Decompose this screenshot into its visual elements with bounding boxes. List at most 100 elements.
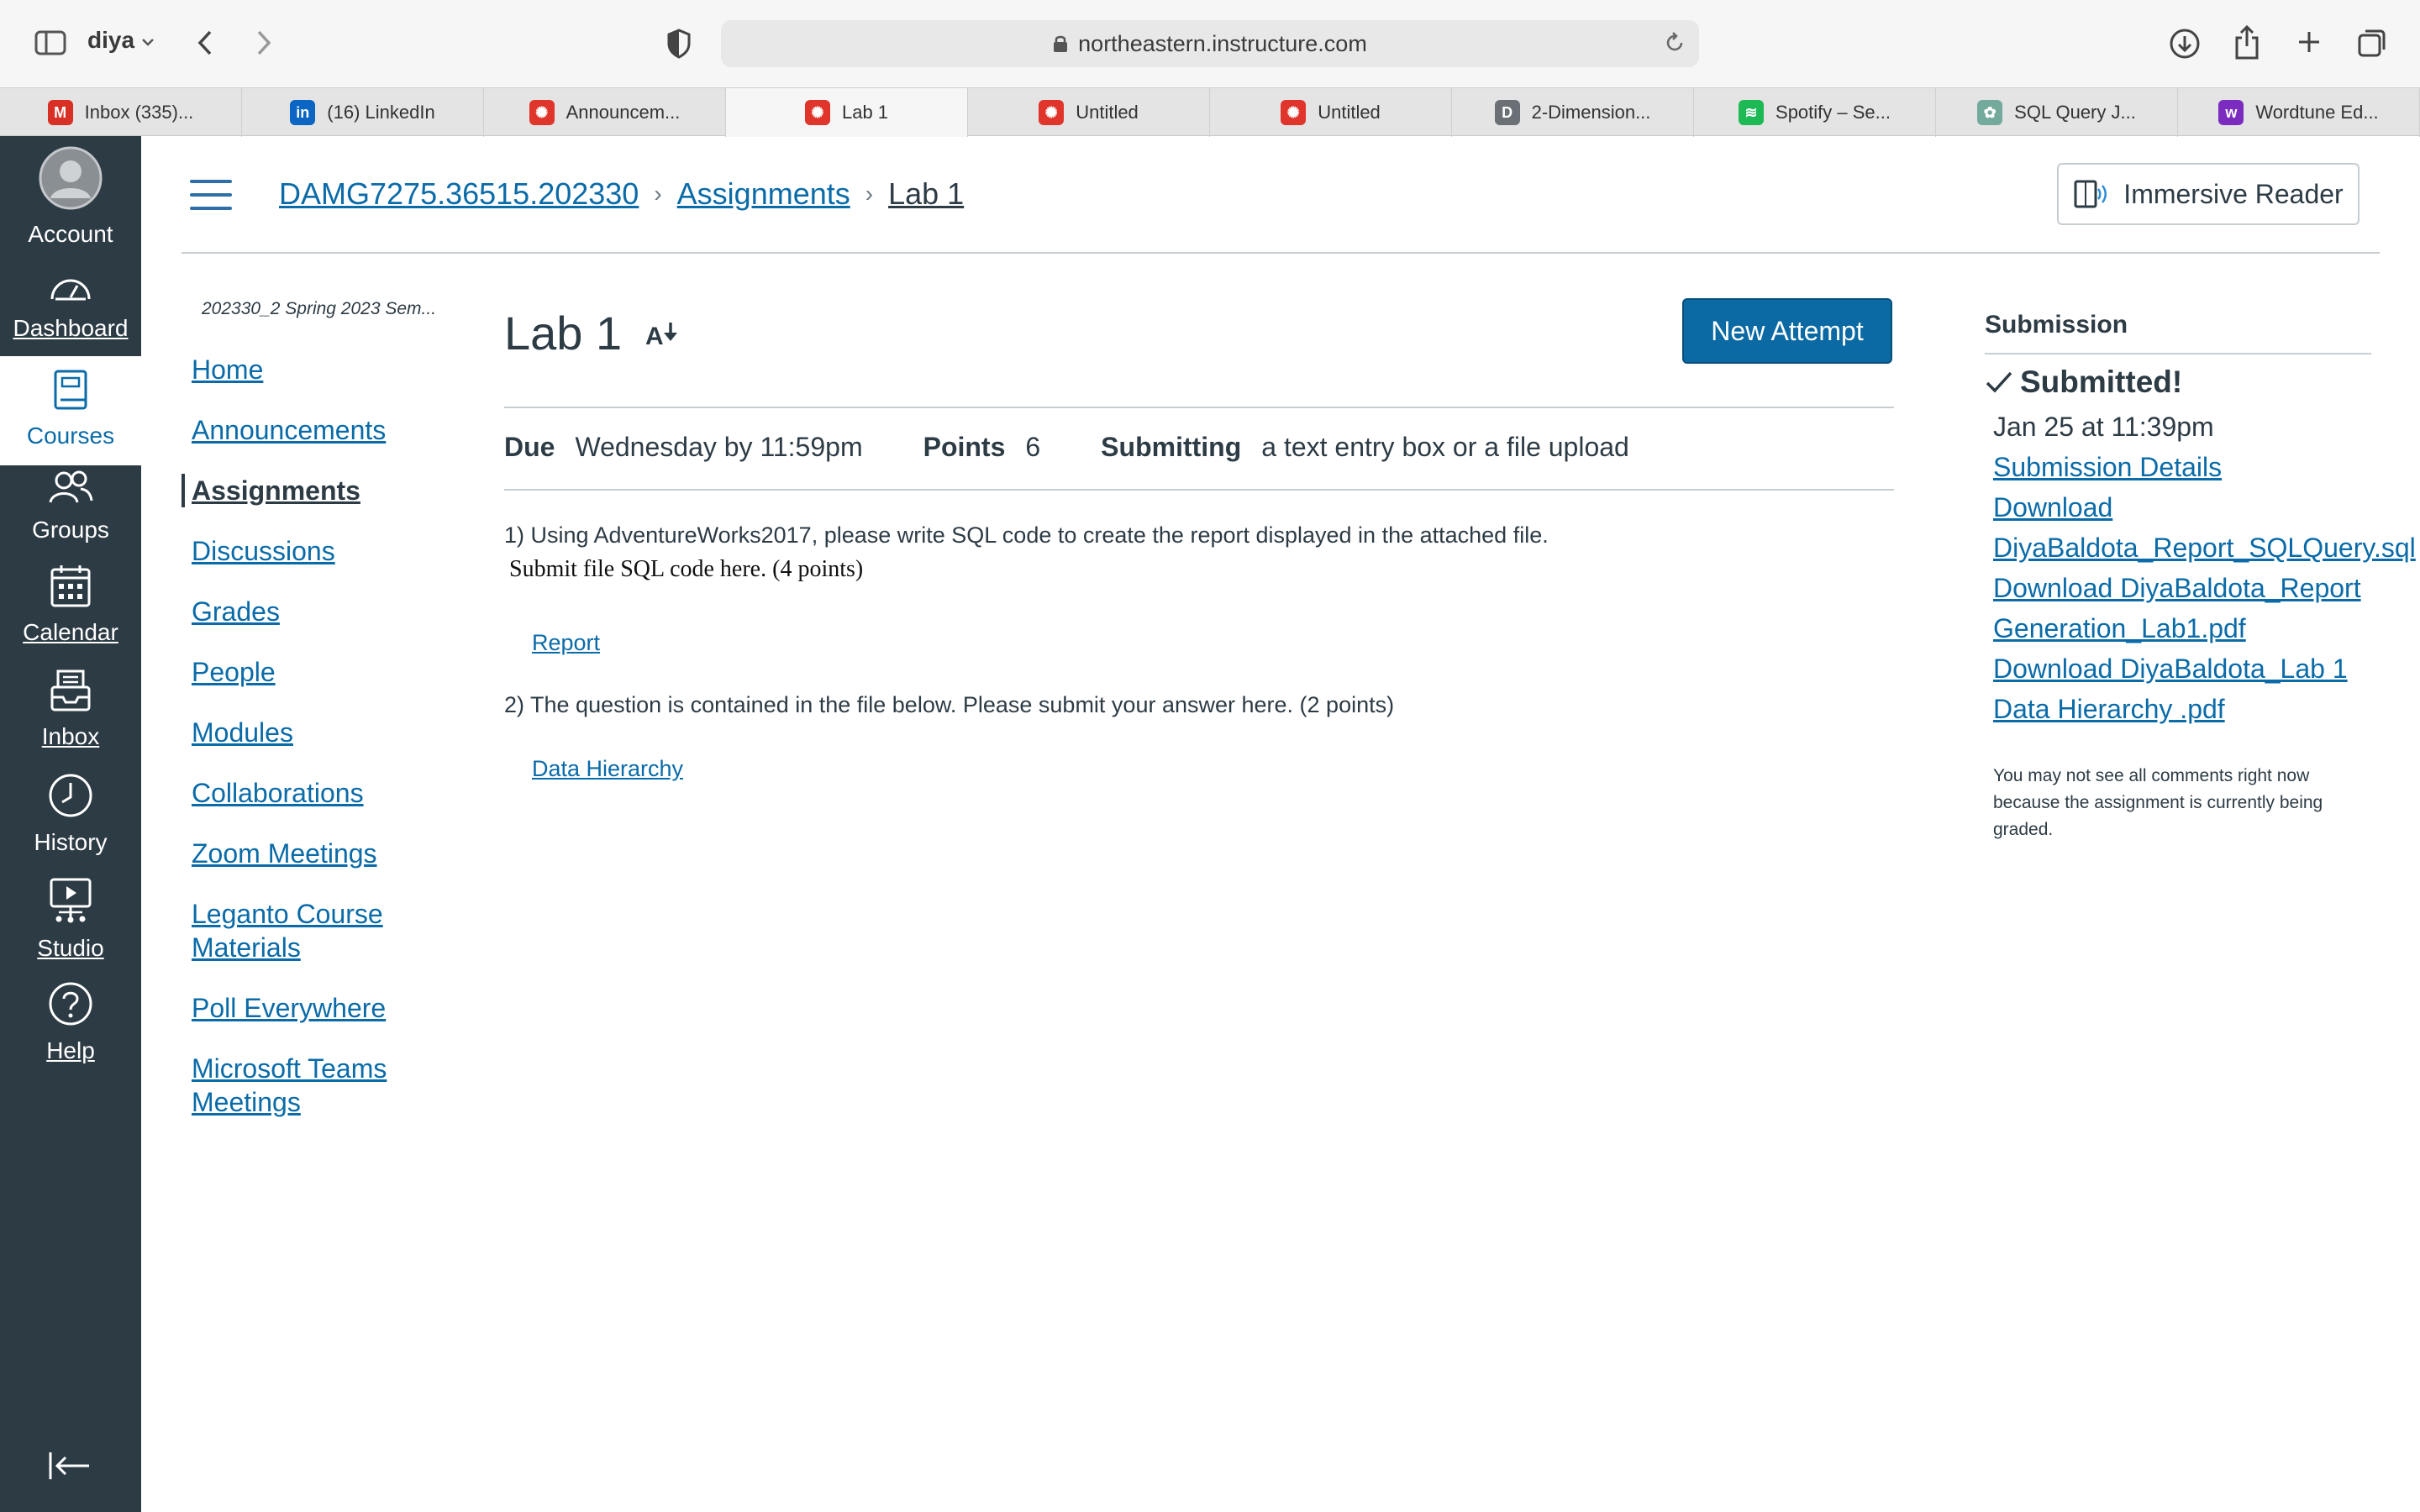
course-term: 202330_2 Spring 2023 Sem... bbox=[202, 299, 437, 318]
download-report-pdf-link-continued[interactable]: Generation_Lab1.pdf bbox=[1993, 613, 2246, 644]
nav-groups-label: Groups bbox=[32, 517, 109, 543]
submission-divider bbox=[1985, 353, 2371, 354]
nav-dashboard[interactable]: Dashboard bbox=[0, 270, 141, 342]
course-nav-collaborations[interactable]: Collaborations bbox=[182, 776, 425, 810]
course-nav-home[interactable]: Home bbox=[182, 353, 425, 386]
breadcrumb-separator-icon: › bbox=[654, 181, 662, 207]
address-bar[interactable]: northeastern.instructure.com bbox=[721, 20, 1699, 67]
nav-calendar-label: Calendar bbox=[23, 619, 118, 645]
nav-help-label: Help bbox=[46, 1037, 95, 1063]
profile-name[interactable]: diya bbox=[87, 27, 134, 54]
page-title: Lab 1 A bbox=[504, 306, 682, 360]
browser-tab-label: Spotify – Se... bbox=[1776, 102, 1891, 123]
details-divider bbox=[504, 489, 1894, 491]
course-nav-assignments[interactable]: Assignments bbox=[182, 474, 425, 507]
browser-toolbar: diya northeastern.instructure.com bbox=[0, 0, 2420, 87]
course-nav-announcements[interactable]: Announcements bbox=[182, 413, 425, 447]
nav-help[interactable]: Help bbox=[0, 981, 141, 1064]
submission-status-text: Submitted! bbox=[2020, 365, 2183, 399]
history-clock-icon bbox=[48, 773, 93, 824]
immersive-reader-text-icon[interactable]: A bbox=[645, 319, 682, 348]
data-hierarchy-file-link[interactable]: Data Hierarchy bbox=[532, 756, 683, 782]
collapse-nav-icon[interactable] bbox=[47, 1449, 92, 1487]
privacy-shield-icon[interactable] bbox=[664, 27, 694, 60]
canvas-icon: ✺ bbox=[1281, 100, 1307, 125]
submitting-value: a text entry box or a file upload bbox=[1261, 432, 1629, 462]
reload-icon[interactable] bbox=[1664, 32, 1686, 60]
question-1-text: 1) Using AdventureWorks2017, please writ… bbox=[504, 522, 1549, 548]
breadcrumb-assignments[interactable]: Assignments bbox=[677, 176, 850, 212]
question-1-instruction: Submit file SQL code here. (4 points) bbox=[509, 556, 864, 582]
submission-date: Jan 25 at 11:39pm bbox=[1993, 412, 2214, 442]
nav-history-label: History bbox=[34, 829, 108, 855]
share-icon[interactable] bbox=[2230, 22, 2264, 62]
submission-details-link[interactable]: Submission Details bbox=[1993, 452, 2222, 483]
global-nav: Account Dashboard Courses Groups Calenda… bbox=[0, 136, 141, 1512]
download-lab1-pdf-link[interactable]: Download DiyaBaldota_Lab 1 bbox=[1993, 654, 2348, 685]
download-sql-file-link[interactable]: DiyaBaldota_Report_SQLQuery.sql bbox=[1993, 533, 2416, 564]
course-menu-toggle-icon[interactable] bbox=[190, 180, 232, 210]
nav-studio[interactable]: Studio bbox=[0, 877, 141, 962]
new-attempt-button[interactable]: New Attempt bbox=[1682, 298, 1892, 364]
browser-tab[interactable]: ✿ SQL Query J... bbox=[1936, 88, 2178, 137]
gmail-icon: M bbox=[47, 100, 73, 125]
submission-heading: Submission bbox=[1985, 311, 2128, 339]
forward-icon[interactable] bbox=[250, 27, 277, 59]
browser-tab[interactable]: ✺ Untitled bbox=[968, 88, 1210, 137]
download-lab1-pdf-link-continued[interactable]: Data Hierarchy .pdf bbox=[1993, 694, 2225, 725]
immersive-reader-button[interactable]: Immersive Reader bbox=[2057, 163, 2360, 225]
nav-studio-label: Studio bbox=[37, 935, 104, 961]
browser-tab[interactable]: M Inbox (335)... bbox=[0, 88, 242, 137]
course-nav: Home Announcements Assignments Discussions G… bbox=[182, 353, 425, 1146]
tab-overview-icon[interactable] bbox=[2354, 25, 2390, 60]
nav-groups[interactable]: Groups bbox=[0, 469, 141, 543]
grading-notice: You may not see all comments right now b… bbox=[1993, 766, 2323, 839]
browser-tab[interactable]: ≋ Spotify – Se... bbox=[1694, 88, 1936, 137]
nav-calendar[interactable]: Calendar bbox=[0, 563, 141, 646]
immersive-reader-icon bbox=[2073, 177, 2110, 211]
breadcrumb-course[interactable]: DAMG7275.36515.202330 bbox=[279, 176, 639, 212]
back-icon[interactable] bbox=[192, 27, 218, 59]
course-nav-microsoft-teams-meetings[interactable]: Microsoft Teams Meetings bbox=[182, 1052, 425, 1119]
browser-tab[interactable]: ✺ Untitled bbox=[1210, 88, 1452, 137]
browser-tab-label: Announcem... bbox=[566, 102, 681, 123]
browser-tab-strip: M Inbox (335)... in (16) LinkedIn ✺ Announcem… bbox=[0, 87, 2420, 137]
nav-inbox-label: Inbox bbox=[41, 723, 100, 749]
submission-status: Submitted! bbox=[1985, 365, 2182, 400]
immersive-reader-label: Immersive Reader bbox=[2123, 178, 2344, 209]
browser-tab[interactable]: w Wordtune Ed... bbox=[2178, 88, 2420, 137]
browser-tab[interactable]: ✺ Announcem... bbox=[484, 88, 726, 137]
canvas-icon: ✺ bbox=[529, 100, 555, 125]
nav-account[interactable]: Account bbox=[0, 146, 141, 248]
course-nav-leganto-course-materials[interactable]: Leganto Course Materials bbox=[182, 897, 425, 964]
chevron-down-icon[interactable] bbox=[139, 34, 156, 50]
course-nav-zoom-meetings[interactable]: Zoom Meetings bbox=[182, 837, 425, 870]
report-file-link[interactable]: Report bbox=[532, 630, 600, 656]
breadcrumb-current[interactable]: Lab 1 bbox=[888, 176, 964, 212]
new-tab-icon[interactable] bbox=[2292, 25, 2326, 59]
browser-tab[interactable]: D 2-Dimension... bbox=[1452, 88, 1694, 137]
course-nav-poll-everywhere[interactable]: Poll Everywhere bbox=[182, 991, 425, 1025]
nav-inbox[interactable]: Inbox bbox=[0, 669, 141, 750]
points-label: Points bbox=[923, 432, 1006, 462]
download-link[interactable]: Download bbox=[1993, 492, 2112, 523]
due-value: Wednesday by 11:59pm bbox=[575, 432, 863, 462]
nav-account-label: Account bbox=[28, 221, 113, 247]
nav-dashboard-label: Dashboard bbox=[13, 315, 129, 341]
downloads-icon[interactable] bbox=[2166, 25, 2203, 62]
d-letter-icon: D bbox=[1494, 100, 1520, 125]
browser-tab[interactable]: ✺ Lab 1 bbox=[726, 88, 968, 137]
inbox-icon bbox=[50, 669, 92, 718]
browser-tab[interactable]: in (16) LinkedIn bbox=[242, 88, 484, 137]
header-divider bbox=[182, 252, 2380, 254]
assignment-title-text: Lab 1 bbox=[504, 307, 623, 360]
course-nav-grades[interactable]: Grades bbox=[182, 595, 425, 628]
course-nav-modules[interactable]: Modules bbox=[182, 716, 425, 749]
course-nav-discussions[interactable]: Discussions bbox=[182, 534, 425, 568]
nav-history[interactable]: History bbox=[0, 773, 141, 856]
nav-courses[interactable]: Courses bbox=[0, 356, 141, 465]
download-report-pdf-link[interactable]: Download DiyaBaldota_Report bbox=[1993, 573, 2361, 604]
course-nav-people[interactable]: People bbox=[182, 655, 425, 689]
canvas-icon: ✺ bbox=[804, 100, 830, 125]
sidebar-toggle-icon[interactable] bbox=[34, 29, 67, 57]
